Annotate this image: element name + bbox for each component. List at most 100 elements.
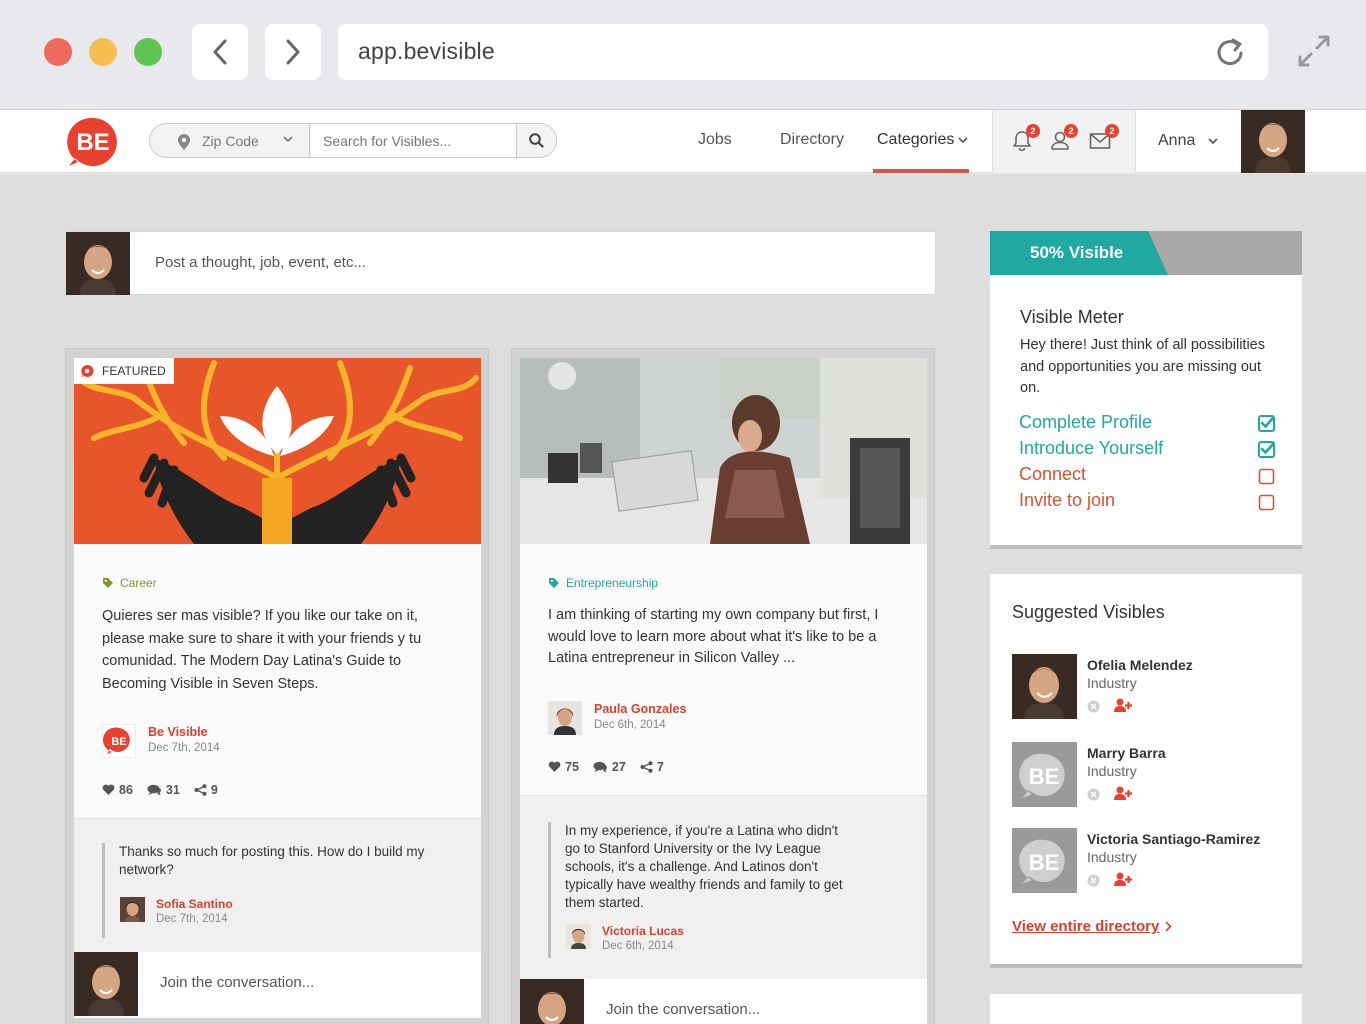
connections-button[interactable]: 2 <box>1050 124 1078 156</box>
comment-count: 31 <box>165 783 180 797</box>
share-button[interactable]: 9 <box>194 783 218 797</box>
dismiss-icon[interactable] <box>1087 788 1100 801</box>
comment-icon <box>593 761 607 773</box>
search-input[interactable] <box>311 124 517 157</box>
tag-label: Entrepreneurship <box>566 576 659 590</box>
heart-icon <box>548 761 561 772</box>
meter-item-introduce-yourself[interactable]: Introduce Yourself <box>1019 438 1163 459</box>
main-content: Post a thought, job, event, etc... FEATU… <box>0 174 1366 1024</box>
user-avatar[interactable] <box>1241 110 1305 173</box>
like-button[interactable]: 75 <box>548 760 579 774</box>
fullscreen-icon[interactable] <box>1296 33 1332 69</box>
commenter-avatar[interactable] <box>120 897 145 922</box>
checkbox-unchecked-icon[interactable] <box>1258 494 1275 511</box>
forward-button[interactable] <box>265 24 321 80</box>
comment-button[interactable]: 31 <box>147 783 180 797</box>
checkbox-checked-icon[interactable] <box>1258 441 1275 458</box>
person-avatar[interactable] <box>1012 654 1077 719</box>
join-placeholder: Join the conversation... <box>160 974 315 991</box>
author-avatar: BE <box>102 724 136 758</box>
meter-item-complete-profile[interactable]: Complete Profile <box>1019 412 1152 433</box>
browser-chrome: app.bevisible <box>0 0 1366 110</box>
dismiss-icon[interactable] <box>1087 874 1100 887</box>
share-icon <box>194 784 207 796</box>
chevron-left-icon <box>213 39 227 65</box>
post-date: Dec 6th, 2014 <box>594 719 666 731</box>
user-menu-name[interactable]: Anna <box>1158 132 1195 150</box>
post-image[interactable]: FEATURED <box>74 358 481 544</box>
meter-item-connect[interactable]: Connect <box>1019 464 1086 485</box>
nav-jobs-link[interactable]: Jobs <box>698 131 732 149</box>
comment-text: In my experience, if you're a Latina who… <box>565 823 843 910</box>
back-button[interactable] <box>192 24 248 80</box>
checkbox-unchecked-icon[interactable] <box>1258 468 1275 485</box>
checkbox-checked-icon[interactable] <box>1258 415 1275 432</box>
suggested-title: Suggested Visibles <box>1012 602 1165 622</box>
post-card-inner: FEATURED Career Quieres ser mas visible?… <box>74 358 481 1018</box>
join-conversation-input[interactable]: Join the conversation... <box>520 979 927 1024</box>
current-user-avatar <box>520 979 584 1024</box>
commenter-avatar[interactable] <box>566 924 591 949</box>
comment-count: 27 <box>611 760 626 774</box>
zip-code-dropdown[interactable]: Zip Code <box>150 124 310 157</box>
comment-button[interactable]: 27 <box>593 760 626 774</box>
notifications-button[interactable]: 2 <box>1012 124 1040 156</box>
maximize-window-button[interactable] <box>134 38 162 66</box>
post-date: Dec 7th, 2014 <box>148 742 220 754</box>
post-composer[interactable]: Post a thought, job, event, etc... <box>65 231 936 295</box>
post-image[interactable] <box>520 358 927 544</box>
app-navbar: BE Zip Code Jobs Directory Categories 2 … <box>0 110 1366 173</box>
post-body: Quieres ser mas visible? If you like our… <box>102 608 422 692</box>
meter-item-invite[interactable]: Invite to join <box>1019 490 1115 511</box>
add-connection-icon[interactable] <box>1114 698 1132 713</box>
messages-button[interactable]: 2 <box>1089 124 1119 155</box>
heart-icon <box>102 784 115 795</box>
suggested-person: Ofelia Melendez Industry <box>1012 654 1292 720</box>
featured-label: FEATURED <box>102 364 166 378</box>
comment-text: Thanks so much for posting this. How do … <box>119 844 425 877</box>
bevisible-pin-icon <box>81 364 94 377</box>
post-card: Entrepreneurship I am thinking of starti… <box>511 348 935 1024</box>
chevron-down-icon <box>283 136 293 143</box>
commenter-name[interactable]: Victoria Lucas <box>602 924 684 938</box>
comment-quote: Thanks so much for posting this. How do … <box>102 843 442 938</box>
person-name[interactable]: Ofelia Melendez <box>1087 657 1193 673</box>
like-button[interactable]: 86 <box>102 783 133 797</box>
dismiss-icon[interactable] <box>1087 700 1100 713</box>
nav-categories-link[interactable]: Categories <box>877 131 954 149</box>
search-button[interactable] <box>516 124 556 157</box>
like-count: 75 <box>565 760 579 774</box>
person-name[interactable]: Marry Barra <box>1087 745 1166 761</box>
person-industry: Industry <box>1087 675 1137 691</box>
share-button[interactable]: 7 <box>640 760 664 774</box>
visible-meter-panel: 50% Visible Visible Meter Hey there! Jus… <box>990 231 1302 549</box>
default-avatar-icon[interactable]: BE <box>1012 742 1077 807</box>
avatar-logo-text: BE <box>1029 850 1060 875</box>
minimize-window-button[interactable] <box>89 38 117 66</box>
person-industry: Industry <box>1087 763 1137 779</box>
view-directory-link[interactable]: View entire directory <box>1012 918 1172 935</box>
avatar-logo-text: BE <box>1029 764 1060 789</box>
search-bar: Zip Code <box>149 123 557 158</box>
person-name[interactable]: Victoria Santiago-Ramirez <box>1087 831 1260 847</box>
close-window-button[interactable] <box>44 38 72 66</box>
comment-item: Thanks so much for posting this. How do … <box>74 818 481 952</box>
comment-item: In my experience, if you're a Latina who… <box>520 795 927 979</box>
chevron-down-icon[interactable] <box>1208 138 1218 145</box>
map-pin-icon <box>178 134 190 150</box>
address-bar[interactable]: app.bevisible <box>338 24 1268 80</box>
bevisible-logo[interactable]: BE <box>66 115 120 169</box>
nav-directory-link[interactable]: Directory <box>780 131 844 149</box>
logo-text: BE <box>76 129 109 156</box>
join-conversation-input[interactable]: Join the conversation... <box>74 952 481 1016</box>
reload-icon[interactable] <box>1214 36 1246 68</box>
add-connection-icon[interactable] <box>1114 872 1132 887</box>
suggested-person: BE Marry Barra Industry <box>1012 742 1292 808</box>
chevron-down-icon <box>958 137 968 144</box>
woman-at-desk-photo <box>520 358 927 544</box>
add-connection-icon[interactable] <box>1114 786 1132 801</box>
post-category-tag[interactable]: Career <box>102 576 157 590</box>
post-category-tag[interactable]: Entrepreneurship <box>548 576 658 590</box>
default-avatar-icon[interactable]: BE <box>1012 828 1077 893</box>
commenter-name[interactable]: Sofia Santino <box>156 897 233 911</box>
